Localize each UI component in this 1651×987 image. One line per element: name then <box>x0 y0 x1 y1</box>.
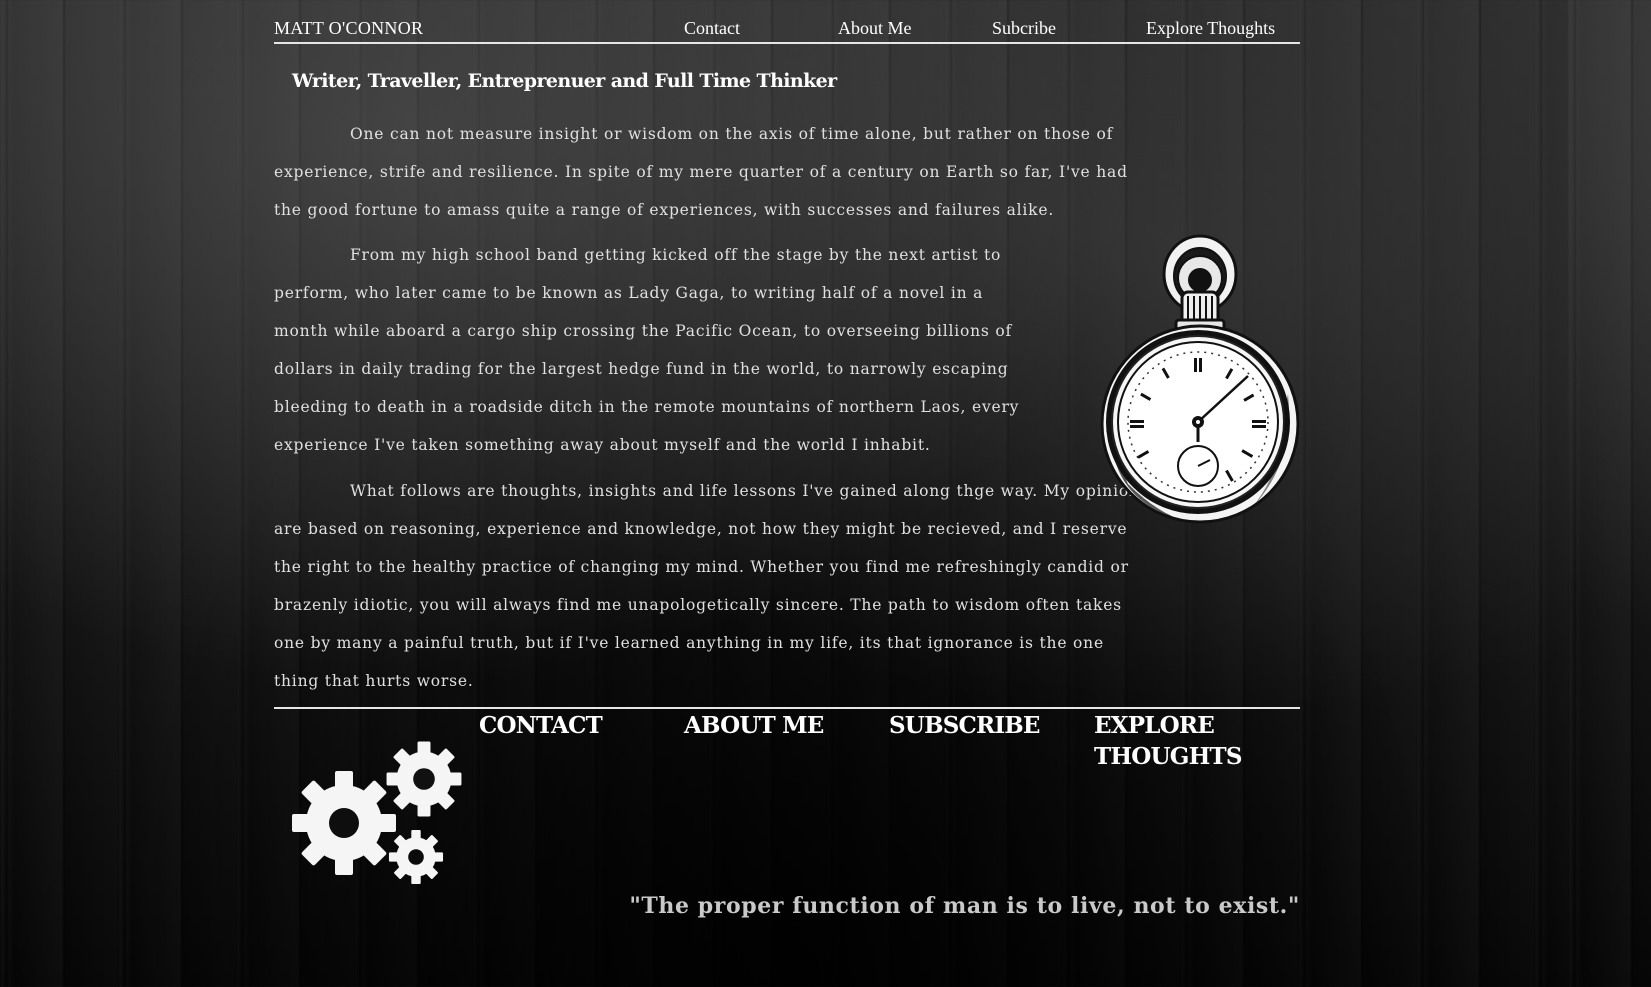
pocket-watch-icon <box>1100 234 1300 524</box>
site-header: MATT O'CONNOR Contact About Me Subcribe … <box>274 16 1300 44</box>
footer-divider <box>274 707 1300 709</box>
site-brand[interactable]: MATT O'CONNOR <box>274 18 423 39</box>
footer-quote: "The proper function of man is to live, … <box>629 893 1300 919</box>
nav-link-contact[interactable]: Contact <box>684 18 740 39</box>
nav-link-explore-thoughts[interactable]: Explore Thoughts <box>1146 18 1275 39</box>
intro-paragraph-2: From my high school band getting kicked … <box>274 246 1020 454</box>
footer-link-explore-thoughts[interactable]: EXPLORE THOUGHTS <box>1094 710 1264 772</box>
footer-link-about-me[interactable]: ABOUT ME <box>684 710 824 741</box>
intro-paragraph-3: What follows are thoughts, insights and … <box>274 482 1149 690</box>
nav-link-about-me[interactable]: About Me <box>838 18 912 39</box>
gears-icon <box>292 741 462 885</box>
intro-paragraph-1: One can not measure insight or wisdom on… <box>274 125 1128 219</box>
footer-link-subscribe[interactable]: SUBSCRIBE <box>889 710 1040 741</box>
footer-link-contact[interactable]: CONTACT <box>479 710 603 741</box>
page-tagline: Writer, Traveller, Entreprenuer and Full… <box>292 70 837 92</box>
nav-link-subscribe[interactable]: Subcribe <box>992 18 1056 39</box>
